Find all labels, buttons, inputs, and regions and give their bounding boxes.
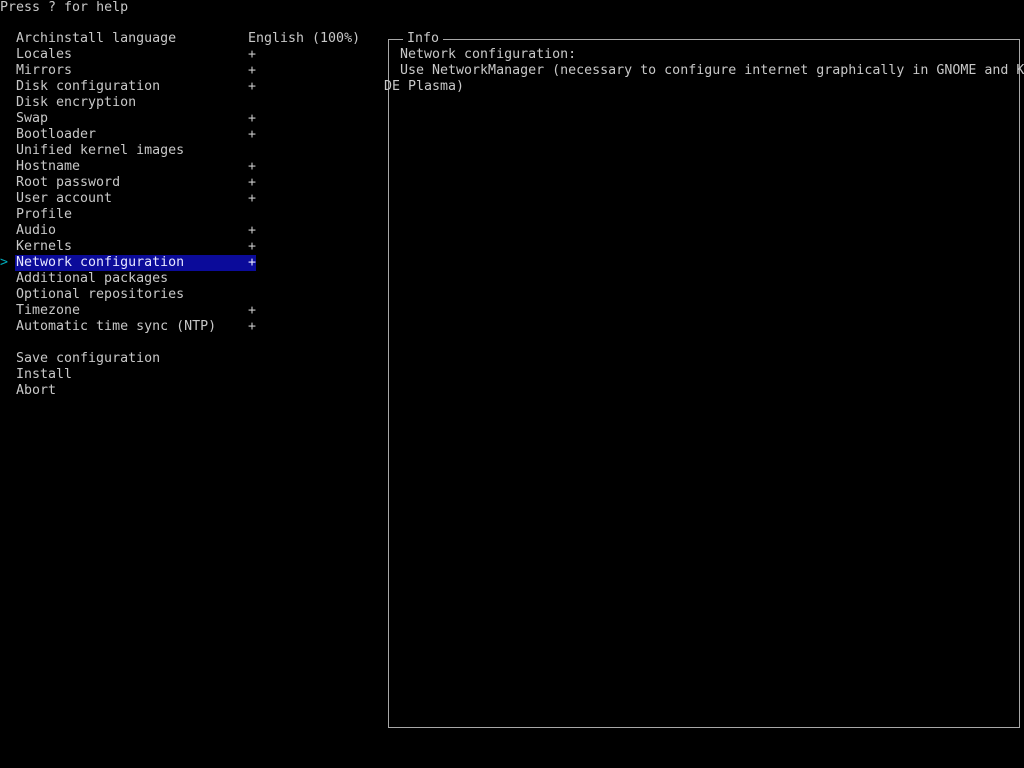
menu-item-user-account[interactable]: User account +: [0, 191, 380, 207]
save-configuration-button[interactable]: Save configuration: [0, 351, 380, 367]
menu-item-label: Optional repositories: [16, 287, 185, 302]
menu-item-value: +: [248, 319, 257, 334]
menu-item-label: Unified kernel images: [16, 143, 185, 158]
menu-item-value: +: [248, 159, 257, 174]
menu-item-additional-packages[interactable]: Additional packages: [0, 271, 380, 287]
menu-item-value: +: [248, 303, 257, 318]
menu-item-label: Bootloader: [16, 127, 97, 142]
menu-item-value: +: [248, 111, 257, 126]
info-panel-title: Info: [403, 31, 444, 47]
install-button[interactable]: Install: [0, 367, 380, 383]
menu-item-label: Timezone: [16, 303, 81, 318]
menu-item-label: Disk configuration: [16, 79, 161, 94]
menu-item-root-password[interactable]: Root password +: [0, 175, 380, 191]
menu-item-value: +: [248, 239, 257, 254]
main-menu: Archinstall language English (100%) Loca…: [0, 31, 380, 399]
menu-item-disk-configuration[interactable]: Disk configuration +: [0, 79, 380, 95]
menu-item-audio[interactable]: Audio +: [0, 223, 380, 239]
help-hint: Press ? for help: [0, 0, 129, 15]
menu-item-kernels[interactable]: Kernels +: [0, 239, 380, 255]
menu-item-label: Additional packages: [16, 271, 169, 286]
menu-item-label: Root password: [16, 175, 121, 190]
abort-button[interactable]: Abort: [0, 383, 380, 399]
menu-item-swap[interactable]: Swap +: [0, 111, 380, 127]
menu-item-label: Locales: [16, 47, 73, 62]
menu-item-label: Archinstall language: [16, 31, 177, 46]
menu-item-label: Audio: [16, 223, 57, 238]
menu-item-value: +: [248, 223, 257, 238]
menu-item-label: Swap: [16, 111, 49, 126]
menu-item-label: Kernels: [16, 239, 73, 254]
menu-item-disk-encryption[interactable]: Disk encryption: [0, 95, 380, 111]
menu-action-label: Install: [16, 367, 73, 382]
menu-item-label: Disk encryption: [16, 95, 137, 110]
menu-item-value: +: [248, 175, 257, 190]
menu-item-timezone[interactable]: Timezone +: [0, 303, 380, 319]
menu-item-locales[interactable]: Locales +: [0, 47, 380, 63]
menu-item-bootloader[interactable]: Bootloader +: [0, 127, 380, 143]
menu-item-value: +: [248, 47, 257, 62]
selection-cursor-icon: >: [0, 255, 9, 270]
menu-item-label: Hostname: [16, 159, 81, 174]
info-heading: Network configuration:: [400, 47, 577, 62]
menu-item-profile[interactable]: Profile: [0, 207, 380, 223]
menu-item-label: Profile: [16, 207, 73, 222]
menu-item-automatic-time-sync[interactable]: Automatic time sync (NTP) +: [0, 319, 380, 335]
menu-item-label: User account: [16, 191, 113, 206]
menu-item-unified-kernel-images[interactable]: Unified kernel images: [0, 143, 380, 159]
info-description-line: DE Plasma): [384, 79, 465, 94]
menu-spacer: [0, 335, 380, 351]
menu-item-value: +: [248, 127, 257, 142]
menu-item-archinstall-language[interactable]: Archinstall language English (100%): [0, 31, 380, 47]
menu-item-label: Mirrors: [16, 63, 73, 78]
menu-item-label: Network configuration: [16, 255, 185, 270]
menu-item-hostname[interactable]: Hostname +: [0, 159, 380, 175]
menu-item-value: +: [248, 191, 257, 206]
menu-item-network-configuration[interactable]: > Network configuration +: [0, 255, 380, 271]
info-description-line: Use NetworkManager (necessary to configu…: [400, 63, 1024, 78]
menu-item-value: +: [248, 255, 257, 270]
menu-action-label: Abort: [16, 383, 57, 398]
menu-item-value: +: [248, 63, 257, 78]
menu-item-label: Automatic time sync (NTP): [16, 319, 217, 334]
info-panel: [388, 39, 1020, 728]
menu-item-mirrors[interactable]: Mirrors +: [0, 63, 380, 79]
menu-item-optional-repositories[interactable]: Optional repositories: [0, 287, 380, 303]
menu-item-value: English (100%): [248, 31, 361, 46]
menu-item-value: +: [248, 79, 257, 94]
menu-action-label: Save configuration: [16, 351, 161, 366]
